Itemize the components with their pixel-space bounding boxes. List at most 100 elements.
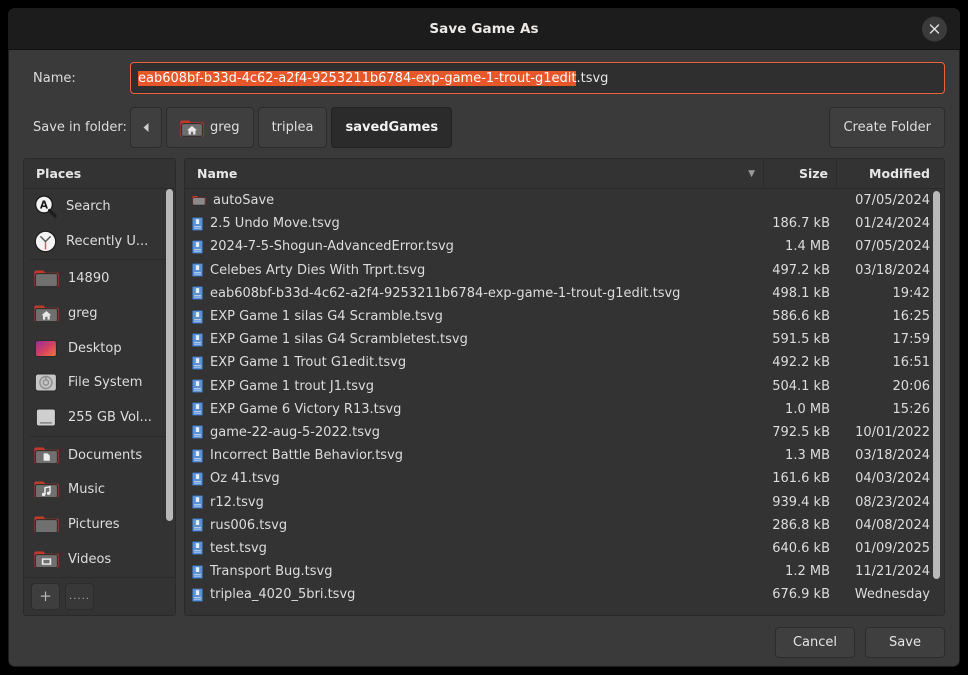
file-icon <box>192 495 203 509</box>
table-row[interactable]: Transport Bug.tsvg 1.2 MB 11/21/2024 <box>185 560 944 583</box>
table-row[interactable]: Celebes Arty Dies With Trprt.tsvg 497.2 k… <box>185 259 944 282</box>
breadcrumb-back-button[interactable] <box>130 107 162 148</box>
table-row[interactable]: EXP Game 1 Trout G1edit.tsvg 492.2 kB 16:5… <box>185 351 944 374</box>
file-icon <box>192 286 203 301</box>
sidebar-item-search[interactable]: A Search <box>24 189 175 224</box>
file-name-cell: EXP Game 6 Victory R13.tsvg <box>185 402 763 417</box>
close-icon[interactable] <box>922 16 947 42</box>
table-row[interactable]: 2.5 Undo Move.tsvg 186.7 kB 01/24/2024 <box>185 212 944 235</box>
sidebar-item-desktop[interactable]: Desktop <box>24 331 175 366</box>
dialog-footer: Cancel Save <box>9 616 959 666</box>
save-in-folder-label: Save in folder: <box>33 120 127 135</box>
file-name-cell: EXP Game 1 silas G4 Scrambletest.tsvg <box>185 332 763 347</box>
column-header-modified[interactable]: Modified <box>836 159 944 188</box>
file-name-label: Oz 41.tsvg <box>210 471 280 487</box>
table-row[interactable]: EXP Game 1 silas G4 Scrambletest.tsvg 591… <box>185 328 944 351</box>
filename-input[interactable]: eab608bf-b33d-4c62-a2f4-9253211b6784-exp… <box>130 62 945 94</box>
sidebar-item-label: 14890 <box>68 271 110 287</box>
breadcrumb-item-savedgames[interactable]: savedGames <box>331 107 453 148</box>
music-folder-icon <box>34 479 59 500</box>
table-row[interactable]: test.tsvg 640.6 kB 01/09/2025 <box>185 537 944 560</box>
name-label: Name: <box>33 70 76 86</box>
file-icon <box>192 332 203 347</box>
cancel-button[interactable]: Cancel <box>775 626 855 658</box>
table-row[interactable]: rus006.tsvg 286.8 kB 04/08/2024 <box>185 514 944 537</box>
file-name-cell: EXP Game 1 trout J1.tsvg <box>185 379 763 394</box>
table-row[interactable]: EXP Game 1 silas G4 Scramble.tsvg 586.6 k… <box>185 305 944 328</box>
file-list-scrollbar[interactable] <box>933 191 940 579</box>
table-row[interactable]: autoSave 07/05/2024 <box>185 189 944 212</box>
sidebar-item-videos[interactable]: Videos <box>24 542 175 577</box>
file-name-label: triplea_4020_5bri.tsvg <box>210 587 356 603</box>
home-folder-icon <box>180 117 204 138</box>
file-modified-cell: 15:26 <box>892 401 930 417</box>
videos-folder-icon <box>34 549 59 570</box>
sort-descending-icon: ▼ <box>748 168 755 179</box>
folder-icon <box>34 268 59 289</box>
file-name-cell: EXP Game 1 silas G4 Scramble.tsvg <box>185 309 763 324</box>
table-row[interactable]: eab608bf-b33d-4c62-a2f4-9253211b6784-exp… <box>185 282 944 305</box>
breadcrumb-item-triplea[interactable]: triplea <box>257 107 328 148</box>
file-icon <box>192 379 203 393</box>
sidebar-item-label: Videos <box>68 551 112 567</box>
table-row[interactable]: Incorrect Battle Behavior.tsvg 1.3 MB 03/1… <box>185 444 944 467</box>
table-row[interactable]: EXP Game 1 trout J1.tsvg 504.1 kB 20:06 <box>185 375 944 398</box>
file-modified-cell: 04/03/2024 <box>855 471 930 487</box>
sidebar-item-14890[interactable]: 14890 <box>24 261 175 296</box>
file-name-cell: test.tsvg <box>185 541 763 556</box>
filename-selected-text: eab608bf-b33d-4c62-a2f4-9253211b6784-exp… <box>138 70 577 86</box>
file-modified-cell: 04/08/2024 <box>855 517 930 533</box>
file-name-label: Celebes Arty Dies With Trprt.tsvg <box>210 262 426 278</box>
file-icon <box>192 541 203 556</box>
create-folder-button[interactable]: Create Folder <box>829 107 945 148</box>
table-row[interactable]: r12.tsvg 939.4 kB 08/23/2024 <box>185 490 944 513</box>
sidebar-item-greg[interactable]: greg <box>24 296 175 331</box>
dialog-titlebar: Save Game As <box>9 9 959 50</box>
sidebar-item-music[interactable]: Music <box>24 473 175 508</box>
file-icon <box>192 587 203 602</box>
file-icon <box>192 356 203 370</box>
table-row[interactable]: EXP Game 6 Victory R13.tsvg 1.0 MB 15:26 <box>185 398 944 421</box>
breadcrumb-label: greg <box>210 120 240 135</box>
file-name-cell: 2024-7-5-Shogun-AdvancedError.tsvg <box>185 239 763 254</box>
clock-icon <box>34 230 57 253</box>
breadcrumb-label: savedGames <box>345 120 439 135</box>
file-modified-cell: 07/05/2024 <box>855 193 930 209</box>
table-row[interactable]: Oz 41.tsvg 161.6 kB 04/03/2024 <box>185 467 944 490</box>
folder-icon <box>192 194 206 207</box>
folder-row: Save in folder: greg triplea savedGames … <box>9 103 959 158</box>
file-modified-cell: 07/05/2024 <box>855 239 930 255</box>
column-header-size[interactable]: Size <box>763 159 836 188</box>
sidebar-item-recently-used[interactable]: Recently U... <box>24 224 175 259</box>
places-scrollbar[interactable] <box>166 189 173 521</box>
file-name-label: EXP Game 1 silas G4 Scramble.tsvg <box>210 309 443 325</box>
sidebar-item-label: 255 GB Vol... <box>68 409 152 425</box>
table-row[interactable]: triplea_4020_5bri.tsvg 676.9 kB Wednesday <box>185 583 944 606</box>
sidebar-divider <box>30 435 169 437</box>
breadcrumb: greg triplea savedGames <box>130 107 453 148</box>
table-row[interactable]: game-22-aug-5-2022.tsvg 792.5 kB 10/01/202… <box>185 421 944 444</box>
sidebar-item-documents[interactable]: Documents <box>24 438 175 473</box>
sidebar-item-label: File System <box>68 375 143 391</box>
file-modified-cell: 01/24/2024 <box>855 216 930 232</box>
sidebar-item-file-system[interactable]: File System <box>24 365 175 400</box>
file-size-cell: 1.4 MB <box>785 239 830 255</box>
column-header-name[interactable]: Name ▼ <box>185 159 763 188</box>
remove-place-button[interactable]: ..... <box>65 582 94 610</box>
file-icon <box>192 564 203 579</box>
file-modified-cell: 19:42 <box>892 285 930 301</box>
breadcrumb-label: triplea <box>271 120 314 135</box>
file-name-label: rus006.tsvg <box>210 517 288 533</box>
sidebar-item-255-gb-volume[interactable]: 255 GB Vol... <box>24 400 175 435</box>
add-place-button[interactable]: + <box>31 582 60 610</box>
file-size-cell: 504.1 kB <box>772 378 830 394</box>
file-size-cell: 286.8 kB <box>772 517 830 533</box>
file-icon <box>192 216 203 231</box>
file-list-header: Name ▼ Size Modified <box>185 159 944 189</box>
file-modified-cell: 11/21/2024 <box>855 564 930 580</box>
breadcrumb-item-greg[interactable]: greg <box>166 107 254 148</box>
sidebar-item-pictures[interactable]: Pictures <box>24 507 175 542</box>
save-button[interactable]: Save <box>865 626 945 658</box>
file-name-cell: 2.5 Undo Move.tsvg <box>185 216 763 231</box>
table-row[interactable]: 2024-7-5-Shogun-AdvancedError.tsvg 1.4 MB… <box>185 235 944 258</box>
